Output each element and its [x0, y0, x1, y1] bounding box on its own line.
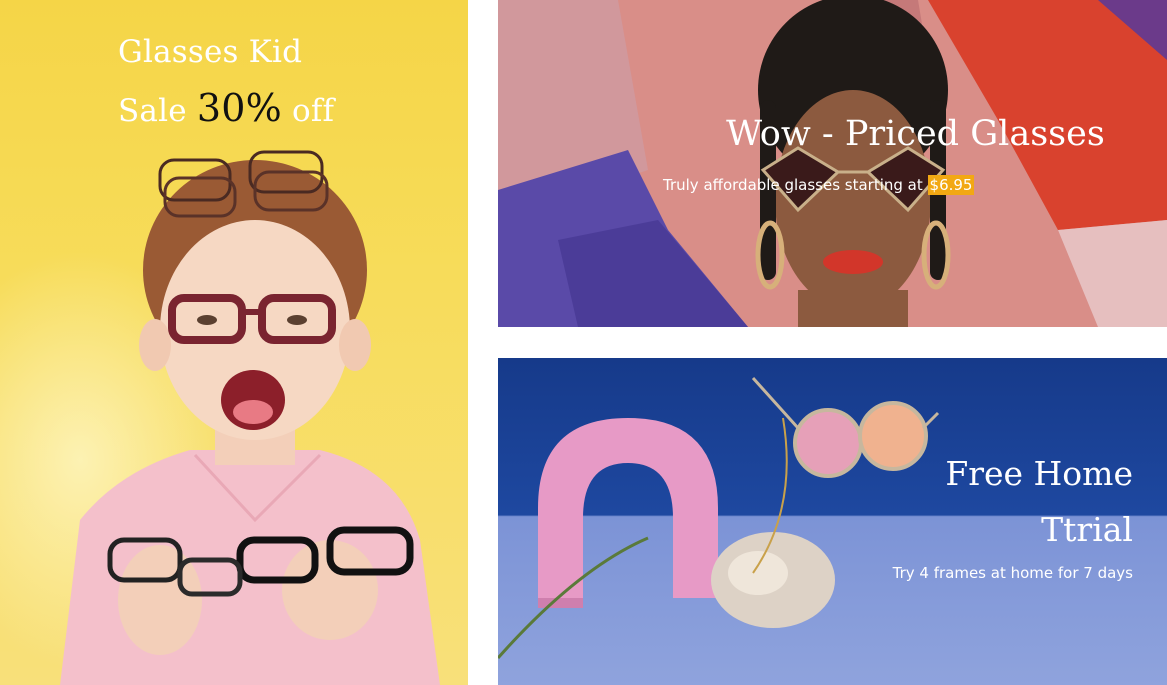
kids-heading-prefix: Sale [118, 93, 187, 129]
kids-heading-line1: Glasses Kid [118, 34, 303, 70]
priced-subtext-prefix: Truly affordable glasses starting at [663, 176, 923, 194]
priced-headline: Wow - Priced Glasses [498, 114, 1167, 154]
priced-glasses-banner[interactable]: Wow - Priced Glasses Truly affordable gl… [498, 0, 1167, 327]
priced-headline-text: Wow - Priced Glasses [726, 114, 1105, 154]
trial-subtext: Try 4 frames at home for 7 days [892, 564, 1133, 582]
kids-sale-heading: Glasses Kid Sale 30% off [118, 24, 334, 139]
priced-subtext: Truly affordable glasses starting at $6.… [663, 175, 975, 195]
starting-price-badge: $6.95 [927, 175, 975, 195]
kids-glasses-banner[interactable]: Glasses Kid Sale 30% off [0, 0, 468, 685]
kids-heading-suffix: off [291, 93, 335, 129]
trial-headline: Free Home Ttrial [945, 446, 1133, 558]
promo-banner-grid: Glasses Kid Sale 30% off Wow - Priced Gl… [0, 0, 1167, 685]
free-home-trial-banner[interactable]: Free Home Ttrial Try 4 frames at home fo… [498, 358, 1167, 685]
priced-banner-background [498, 0, 1167, 327]
trial-headline-line2: Ttrial [1041, 510, 1133, 549]
trial-headline-line1: Free Home [945, 454, 1133, 493]
kids-heading-line2: Sale 30% off [118, 80, 334, 139]
kids-discount-percent: 30% [196, 86, 282, 130]
